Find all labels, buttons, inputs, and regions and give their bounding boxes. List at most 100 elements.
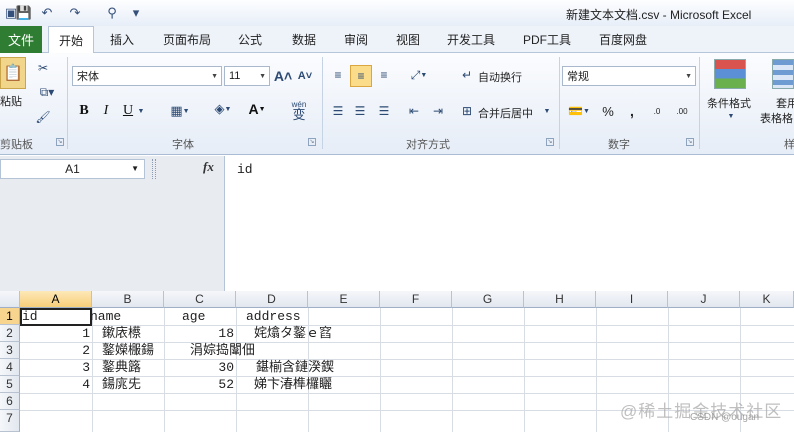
font-size-combo[interactable]: 11 ▼	[224, 66, 270, 86]
number-launcher-icon[interactable]: ↘	[686, 138, 694, 146]
redo-icon[interactable]: ↷	[64, 4, 86, 22]
column-header-j[interactable]: J	[668, 291, 740, 308]
align-top-icon[interactable]: ≡	[328, 65, 348, 85]
row-header-4[interactable]: 4	[0, 359, 20, 376]
insert-function-icon[interactable]: fx	[203, 159, 214, 175]
wrap-text-icon[interactable]: ↵	[458, 65, 476, 85]
tab-insert[interactable]: 插入	[100, 26, 144, 53]
cell-b1[interactable]: name	[90, 308, 121, 325]
wrap-text-button[interactable]: 自动换行	[478, 69, 522, 85]
tab-baidu-netdisk[interactable]: 百度网盘	[590, 26, 656, 53]
cell-c2[interactable]: 18	[164, 325, 234, 342]
currency-icon[interactable]: 💳 ▼	[564, 101, 594, 121]
select-all-corner[interactable]	[0, 291, 20, 308]
align-left-icon[interactable]: ☰	[328, 101, 348, 121]
cell-c4[interactable]: 30	[164, 359, 234, 376]
binoculars-icon[interactable]: ⚲	[98, 4, 126, 22]
fill-color-icon[interactable]: ◈ ▼	[208, 99, 238, 119]
increase-decimal-button[interactable]: .0	[646, 101, 668, 121]
orientation-icon[interactable]: ⤢ ▼	[404, 65, 434, 85]
cut-icon[interactable]: ✂	[34, 59, 52, 77]
tab-formulas[interactable]: 公式	[228, 26, 272, 53]
cell-c1[interactable]: age	[182, 308, 205, 325]
format-as-table-icon[interactable]	[772, 59, 794, 89]
conditional-formatting-button[interactable]: 条件格式	[707, 95, 751, 111]
grow-font-icon[interactable]: A ˄	[274, 66, 292, 86]
cell-c3[interactable]: 涓婃捣闈佃	[190, 342, 255, 359]
column-header-a[interactable]: A	[20, 291, 92, 308]
tab-review[interactable]: 审阅	[334, 26, 378, 53]
format-painter-icon[interactable]: 🖌	[34, 108, 52, 126]
conditional-formatting-icon[interactable]	[714, 59, 746, 89]
row-header-3[interactable]: 3	[0, 342, 20, 359]
column-header-h[interactable]: H	[524, 291, 596, 308]
paste-icon[interactable]: 📋	[0, 57, 26, 89]
copy-icon[interactable]: ⧉▾	[34, 83, 60, 101]
row-header-7[interactable]: 7	[0, 410, 20, 432]
font-name-combo[interactable]: 宋体 ▼	[72, 66, 222, 86]
name-box[interactable]: A1 ▼	[0, 159, 145, 179]
cell-c5[interactable]: 52	[164, 376, 234, 393]
cell-a2[interactable]: 1	[20, 325, 90, 342]
cell-b4[interactable]: 鐜典簬	[102, 359, 141, 376]
row-header-2[interactable]: 2	[0, 325, 20, 342]
cell-a5[interactable]: 4	[20, 376, 90, 393]
align-bottom-icon[interactable]: ≡	[374, 65, 394, 85]
tab-file[interactable]: 文件	[0, 26, 42, 53]
phonetic-guide-icon[interactable]: wén 变	[282, 97, 316, 123]
number-format-combo[interactable]: 常规 ▼	[562, 66, 696, 86]
column-header-i[interactable]: I	[596, 291, 668, 308]
comma-style-button[interactable]: ,	[624, 101, 640, 121]
align-right-icon[interactable]: ☰	[374, 101, 394, 121]
column-header-k[interactable]: K	[740, 291, 794, 308]
column-header-c[interactable]: C	[164, 291, 236, 308]
undo-icon[interactable]: ↶	[36, 4, 58, 22]
format-as-table-line1[interactable]: 套用	[776, 95, 794, 111]
align-center-icon[interactable]: ☰	[350, 101, 370, 121]
borders-icon[interactable]: ▦ ▼	[164, 101, 196, 121]
tab-home[interactable]: 开始	[48, 26, 94, 54]
save-icon[interactable]: 💾	[16, 4, 32, 22]
clipboard-launcher-icon[interactable]: ↘	[56, 138, 64, 146]
alignment-launcher-icon[interactable]: ↘	[546, 138, 554, 146]
column-header-f[interactable]: F	[380, 291, 452, 308]
tab-page-layout[interactable]: 页面布局	[154, 26, 220, 53]
italic-button[interactable]: I	[98, 101, 114, 121]
decrease-decimal-button[interactable]: .00	[670, 101, 694, 121]
bold-button[interactable]: B	[76, 101, 92, 121]
column-header-d[interactable]: D	[236, 291, 308, 308]
format-as-table-line2[interactable]: 表格格	[760, 110, 793, 126]
cell-d5[interactable]: 娣卞湷榫欏矖	[254, 376, 332, 393]
cell-d4[interactable]: 鍖椾含鏈湀鍥	[256, 359, 334, 376]
chevron-down-icon[interactable]: ▼	[136, 101, 146, 121]
merge-center-icon[interactable]: ⊞	[458, 101, 476, 121]
column-header-b[interactable]: B	[92, 291, 164, 308]
chevron-down-icon[interactable]: ▼	[542, 101, 552, 121]
formula-input[interactable]: id	[224, 156, 794, 291]
merge-center-button[interactable]: 合并后居中	[478, 105, 533, 121]
cell-d1[interactable]: address	[246, 308, 301, 325]
cell-b3[interactable]: 鐜嬫棴鍚	[102, 342, 154, 359]
decrease-indent-icon[interactable]: ⇤	[404, 101, 424, 121]
column-header-g[interactable]: G	[452, 291, 524, 308]
tab-view[interactable]: 视图	[386, 26, 430, 53]
shrink-font-icon[interactable]: A ˅	[296, 66, 314, 86]
row-header-5[interactable]: 5	[0, 376, 20, 393]
percent-button[interactable]: %	[600, 101, 616, 121]
row-header-1[interactable]: 1	[0, 308, 20, 325]
underline-button[interactable]: U	[120, 101, 136, 121]
font-launcher-icon[interactable]: ↘	[308, 138, 316, 146]
paste-label[interactable]: 粘贴	[0, 93, 22, 109]
splitter-handle[interactable]	[152, 159, 156, 179]
chevron-down-icon[interactable]: ▼	[726, 111, 736, 121]
cell-b2[interactable]: 鏉庡櫒	[102, 325, 141, 342]
cell-b5[interactable]: 鍚庣兂	[102, 376, 141, 393]
align-middle-icon[interactable]: ≡	[350, 65, 372, 87]
cell-a3[interactable]: 2	[20, 342, 90, 359]
qat-customize-icon[interactable]: ▾	[130, 4, 142, 22]
column-header-e[interactable]: E	[308, 291, 380, 308]
font-color-icon[interactable]: A ▼	[242, 99, 272, 119]
increase-indent-icon[interactable]: ⇥	[428, 101, 448, 121]
cell-a4[interactable]: 3	[20, 359, 90, 376]
row-header-6[interactable]: 6	[0, 393, 20, 410]
